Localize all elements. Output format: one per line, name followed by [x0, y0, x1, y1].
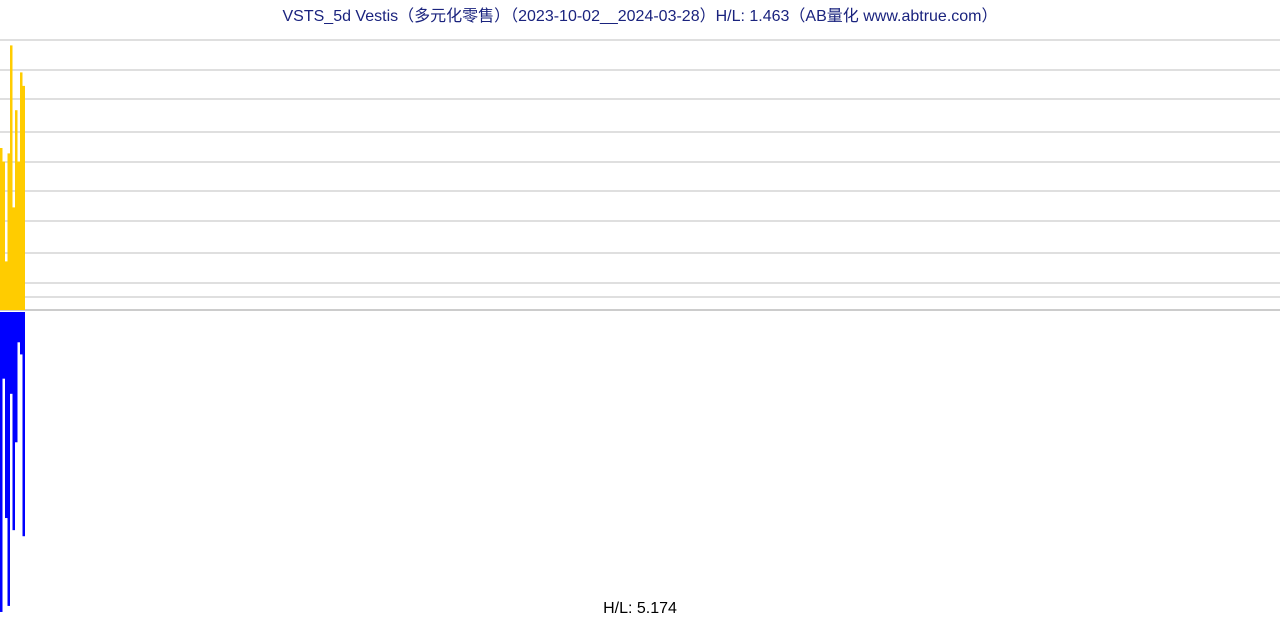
lower-bar: [3, 312, 6, 379]
lower-bar: [8, 312, 11, 606]
lower-bar: [18, 312, 21, 342]
chart-container: VSTS_5d Vestis（多元化零售）（2023-10-02__2024-0…: [0, 0, 1280, 620]
lower-bar: [10, 312, 13, 394]
lower-bar: [0, 312, 3, 612]
upper-bar: [10, 45, 13, 310]
lower-bar: [5, 312, 8, 518]
lower-bar: [20, 312, 23, 354]
upper-bar: [0, 148, 3, 310]
chart-title: VSTS_5d Vestis（多元化零售）（2023-10-02__2024-0…: [0, 2, 1280, 26]
upper-bar: [15, 110, 18, 310]
upper-bar: [23, 86, 26, 310]
upper-bar: [18, 162, 21, 311]
chart-plot: [0, 25, 1280, 615]
lower-bar: [13, 312, 16, 530]
upper-bar: [5, 261, 8, 310]
chart-footer: H/L: 5.174: [0, 600, 1280, 618]
upper-bar: [3, 162, 6, 311]
lower-bar: [23, 312, 26, 536]
upper-bar: [13, 207, 16, 310]
upper-bar: [20, 72, 23, 310]
upper-bar: [8, 153, 11, 310]
lower-bar: [15, 312, 18, 442]
